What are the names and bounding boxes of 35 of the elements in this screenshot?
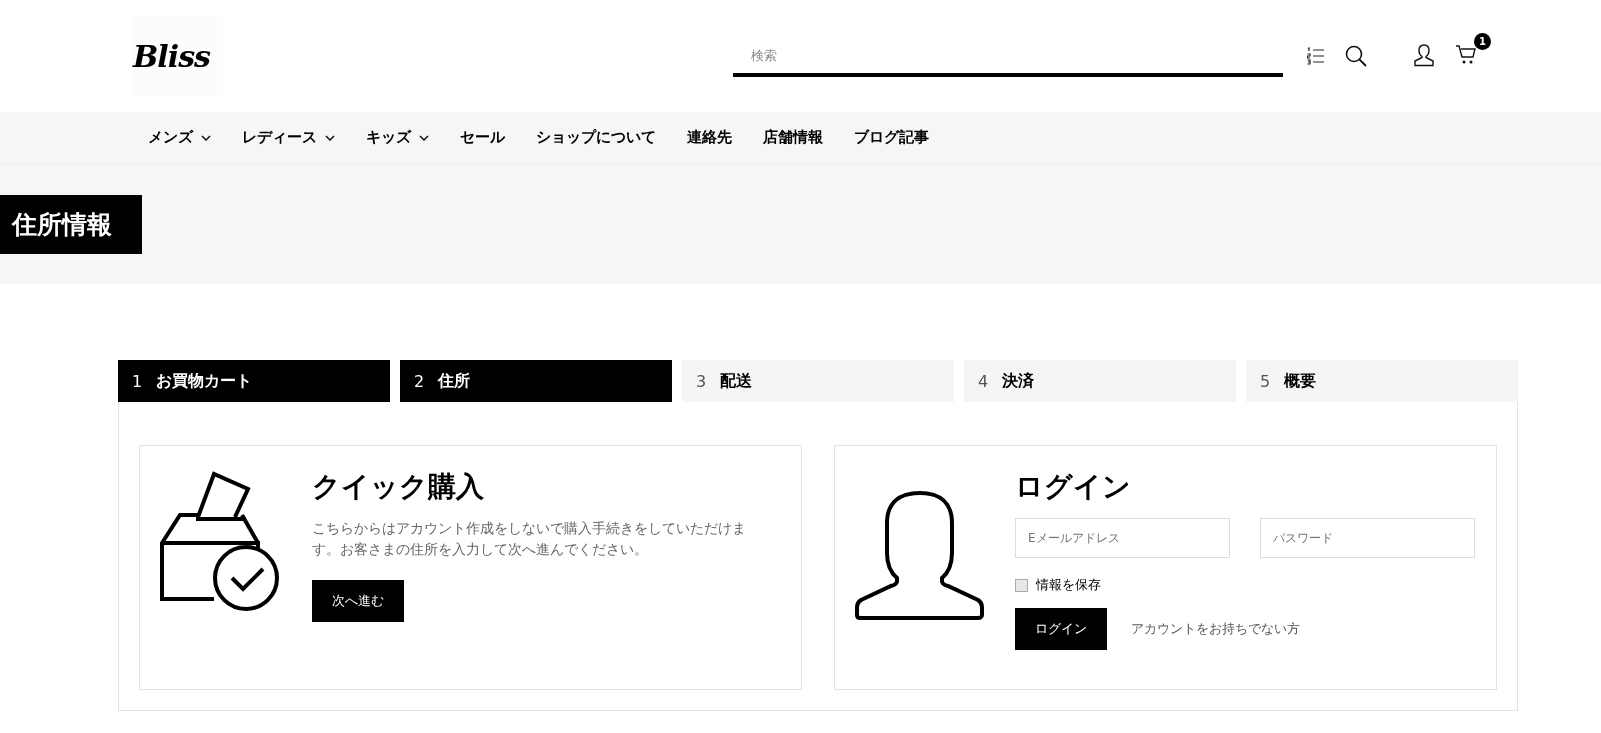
nav-link[interactable]: セール <box>460 128 505 147</box>
password-field[interactable]: パスワード <box>1260 518 1475 558</box>
checkout-step[interactable]: 4 決済 <box>964 360 1236 402</box>
cart-icon[interactable] <box>1455 43 1477 65</box>
login-title: ログイン <box>1015 469 1132 505</box>
page-title: 住所情報 <box>0 194 142 254</box>
remember-label: 情報を保存 <box>1036 576 1101 594</box>
chevron-down-icon <box>325 134 335 141</box>
nav-link[interactable]: 店舗情報 <box>763 128 823 147</box>
nav-link[interactable]: ショップについて <box>536 128 656 147</box>
chevron-down-icon <box>201 134 211 141</box>
login-button[interactable]: ログイン <box>1015 608 1107 650</box>
checkout-step[interactable]: 2 住所 <box>400 360 672 402</box>
checkout-step[interactable]: 3 配送 <box>682 360 954 402</box>
email-field[interactable]: Eメールアドレス <box>1015 518 1230 558</box>
user-icon[interactable] <box>1413 44 1435 68</box>
nav-link[interactable]: メンズ <box>148 128 211 147</box>
logo[interactable]: Bliss <box>133 38 210 74</box>
quick-purchase-title: クイック購入 <box>312 469 485 505</box>
nav-link[interactable]: 連絡先 <box>687 128 732 147</box>
checkout-step[interactable]: 1 お買物カート <box>118 360 390 402</box>
numbered-list-icon[interactable] <box>1307 47 1325 65</box>
person-silhouette-icon <box>855 490 985 620</box>
quick-purchase-description: こちらからはアカウント作成をしないで購入手続きをしていただけます。お客さまの住所を入力して次へ進んでください。 <box>312 519 747 559</box>
nav-link[interactable]: レディース <box>242 128 335 147</box>
nav-link[interactable]: ブログ記事 <box>854 128 929 147</box>
chevron-down-icon <box>419 134 429 141</box>
register-link[interactable]: アカウントをお持ちでない方 <box>1131 620 1300 638</box>
search-icon[interactable] <box>1345 45 1367 67</box>
cart-count-badge: 1 <box>1474 33 1491 50</box>
remember-checkbox[interactable] <box>1015 578 1028 592</box>
checkout-step[interactable]: 5 概要 <box>1246 360 1518 402</box>
next-button[interactable]: 次へ進む <box>312 580 404 622</box>
nav-link[interactable]: キッズ <box>366 128 429 147</box>
ballot-box-check-icon <box>160 470 282 612</box>
